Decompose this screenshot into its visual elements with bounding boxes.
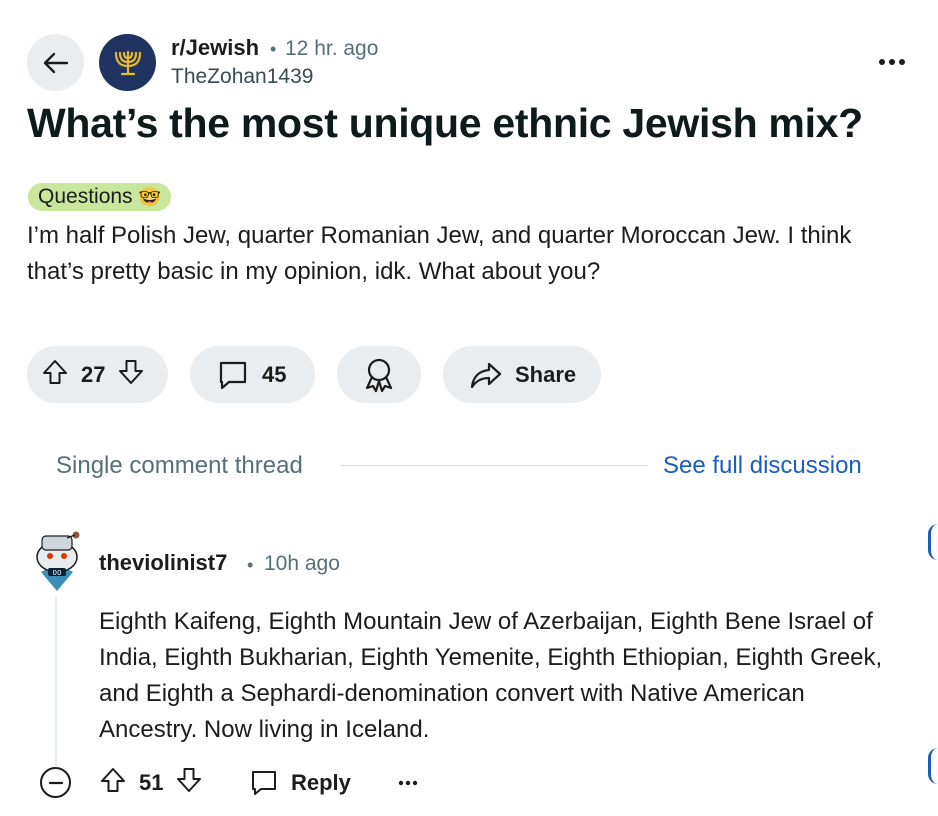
upvote-button[interactable] <box>41 358 69 392</box>
reply-button[interactable]: Reply <box>249 765 351 801</box>
comment-more-button[interactable] <box>396 765 420 801</box>
post-more-button[interactable] <box>876 50 908 74</box>
svg-text:00: 00 <box>53 569 62 577</box>
see-full-discussion-link[interactable]: See full discussion <box>663 452 862 480</box>
comment-timestamp: 10h ago <box>264 552 340 575</box>
downvote-arrow-icon <box>177 768 202 792</box>
comment-vote-controls: 51 <box>99 765 203 801</box>
reply-bubble-icon <box>252 771 276 795</box>
arrow-left-icon <box>43 52 68 73</box>
post-author[interactable]: TheZohan1439 <box>171 65 313 89</box>
share-arrow-icon <box>470 362 502 388</box>
share-button[interactable]: Share <box>443 346 601 403</box>
downvote-button[interactable] <box>117 358 145 392</box>
speech-bubble-icon <box>219 361 247 389</box>
collapse-thread-button[interactable] <box>40 767 71 798</box>
post-vote-count: 27 <box>81 361 106 387</box>
reply-label: Reply <box>291 770 351 795</box>
meta-separator: • <box>270 39 277 59</box>
subreddit-name[interactable]: r/Jewish <box>171 35 259 61</box>
flair-label: Questions <box>38 185 133 208</box>
menorah-icon <box>114 50 141 75</box>
award-button[interactable] <box>337 346 421 403</box>
post-timestamp: 12 hr. ago <box>285 37 379 60</box>
ellipsis-icon <box>879 59 905 65</box>
offscreen-edge-element <box>928 524 938 560</box>
comment-thread-rail[interactable] <box>55 596 57 766</box>
comment-vote-count: 51 <box>139 770 164 795</box>
comment-upvote-button[interactable] <box>99 766 127 800</box>
post-vote-pill: 27 <box>27 346 168 403</box>
comment-count: 45 <box>262 361 287 387</box>
downvote-arrow-icon <box>119 359 144 384</box>
snoo-avatar-icon: 00 <box>36 531 80 591</box>
award-ribbon-icon <box>365 358 393 392</box>
comments-button[interactable]: 45 <box>190 346 315 403</box>
comment-meta-separator: • <box>247 555 254 575</box>
post-body: I’m half Polish Jew, quarter Romanian Je… <box>27 222 852 285</box>
single-thread-label: Single comment thread <box>56 452 303 479</box>
commenter-avatar[interactable]: 00 <box>31 530 83 592</box>
ellipsis-icon <box>398 780 418 786</box>
upvote-arrow-icon <box>101 768 125 792</box>
post-flair[interactable]: Questions 🤓 <box>28 183 171 211</box>
share-label: Share <box>515 361 577 387</box>
minus-circle-icon <box>48 781 63 784</box>
post-title: What’s the most unique ethnic Jewish mix… <box>27 100 863 146</box>
back-button[interactable] <box>27 34 84 91</box>
comment-username[interactable]: theviolinist7 <box>99 550 227 576</box>
flair-emoji: 🤓 <box>138 186 161 207</box>
subreddit-avatar[interactable] <box>99 34 156 91</box>
upvote-arrow-icon <box>43 359 67 384</box>
offscreen-edge-element <box>928 748 938 784</box>
thread-divider <box>341 465 648 466</box>
comment-downvote-button[interactable] <box>175 766 203 800</box>
comment-body: Eighth Kaifeng, Eighth Mountain Jew of A… <box>99 608 883 743</box>
